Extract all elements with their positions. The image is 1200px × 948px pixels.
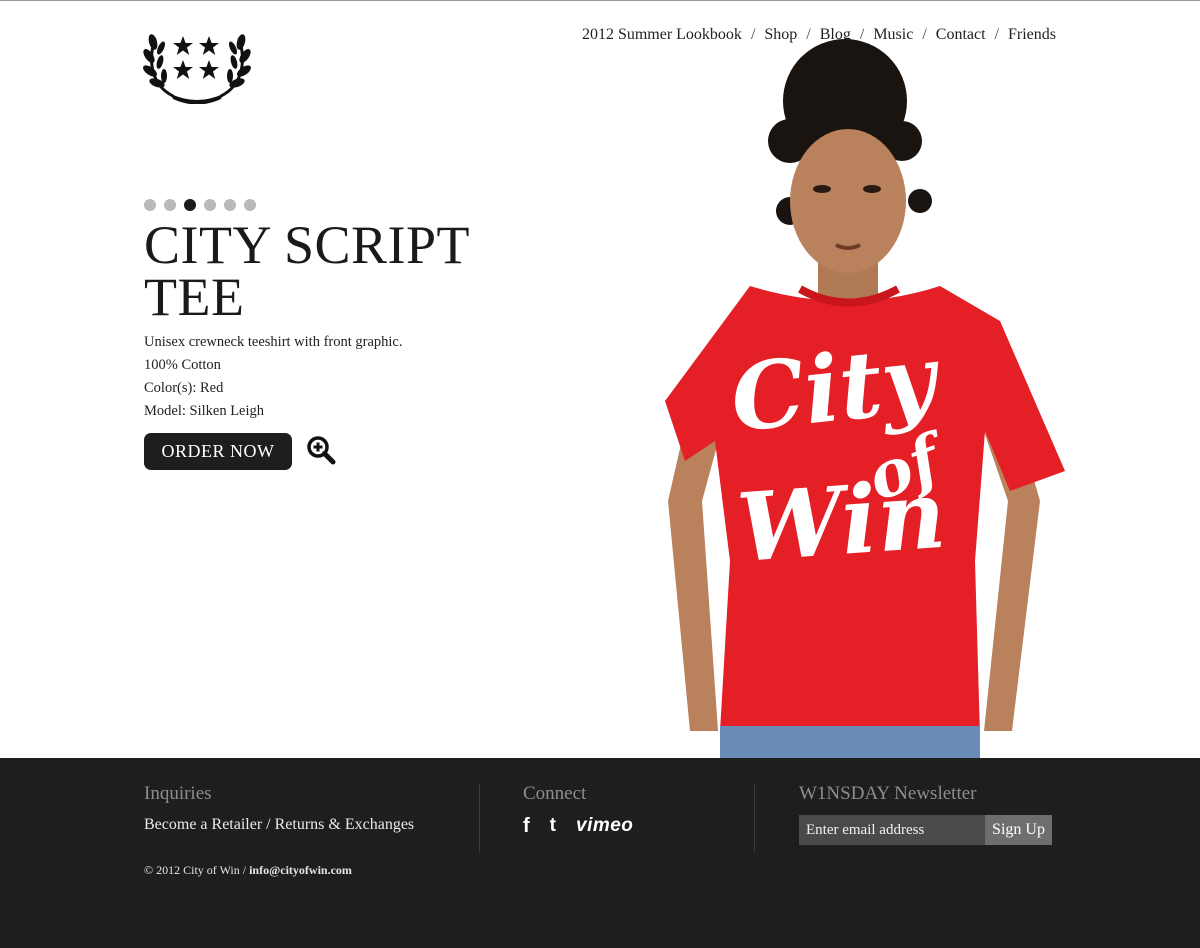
slider-dot-5[interactable] [224, 199, 236, 211]
product-model: Model: Silken Leigh [144, 403, 265, 419]
vimeo-icon[interactable]: vimeo [576, 815, 633, 837]
newsletter-column: W1NSDAY Newsletter Sign Up [799, 758, 1052, 845]
footer: Inquiries Become a Retailer / Returns & … [0, 758, 1200, 948]
twitter-icon[interactable]: t [550, 815, 556, 837]
product-colors: Color(s): Red [144, 380, 224, 396]
shirt-graphic-win: Win [734, 460, 949, 584]
product-material: 100% Cotton [144, 357, 221, 373]
inquiries-column: Inquiries Become a Retailer / Returns & … [144, 758, 414, 834]
newsletter-heading: W1NSDAY Newsletter [799, 783, 977, 804]
email-input[interactable] [799, 815, 985, 845]
footer-divider [479, 784, 480, 852]
slider-dot-2[interactable] [164, 199, 176, 211]
sign-up-button[interactable]: Sign Up [985, 815, 1052, 845]
become-retailer-link[interactable]: Become a Retailer [144, 816, 262, 833]
newsletter-form: Sign Up [799, 815, 1052, 845]
copyright-text: © 2012 City of Win / [144, 863, 250, 877]
hero-section: 2012 Summer Lookbook / Shop / Blog / Music / Con… [0, 1, 1200, 758]
inquiries-links: Become a Retailer / Returns & Exchanges [144, 816, 414, 834]
laurel-logo-icon[interactable] [143, 24, 251, 104]
slider-dot-1[interactable] [144, 199, 156, 211]
zoom-in-icon[interactable] [306, 435, 336, 465]
slider-pagination [144, 199, 256, 211]
footer-divider [754, 784, 755, 852]
connect-column: Connect f t vimeo [523, 758, 633, 837]
inquiries-heading: Inquiries [144, 783, 212, 804]
social-links: f t vimeo [523, 815, 633, 837]
slider-dot-4[interactable] [204, 199, 216, 211]
model-photo: City of Win [665, 39, 1065, 758]
links-separator: / [262, 816, 275, 833]
slider-dot-6[interactable] [244, 199, 256, 211]
order-now-button[interactable]: ORDER NOW [144, 433, 292, 470]
product-title: CITY SCRIPT TEE [144, 215, 470, 327]
facebook-icon[interactable]: f [523, 815, 530, 838]
product-description: Unisex crewneck teeshirt with front grap… [144, 334, 403, 350]
returns-exchanges-link[interactable]: Returns & Exchanges [275, 816, 415, 833]
product-details: Unisex crewneck teeshirt with front grap… [144, 331, 403, 423]
slider-dot-3[interactable] [184, 199, 196, 211]
contact-email-link[interactable]: info@cityofwin.com [249, 863, 352, 877]
connect-heading: Connect [523, 783, 587, 804]
copyright: © 2012 City of Win / info@cityofwin.com [144, 863, 352, 878]
